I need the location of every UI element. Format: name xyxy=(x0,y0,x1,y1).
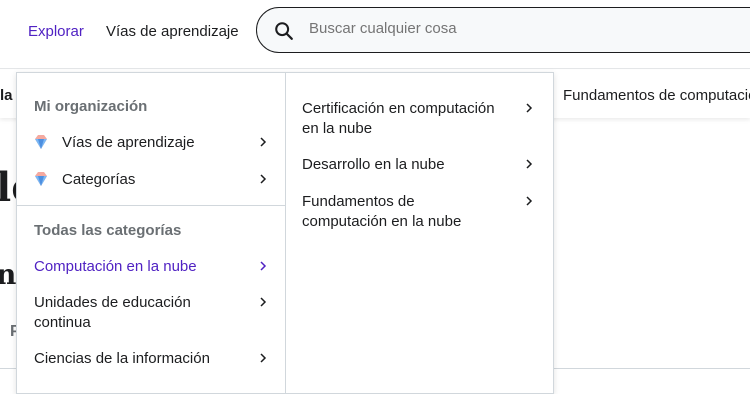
header-divider xyxy=(0,68,750,69)
menu-item-label: Ciencias de la información xyxy=(34,350,210,367)
search-bar[interactable] xyxy=(256,7,750,53)
menu-column-subcategories: Certificación en computación en la nube … xyxy=(286,73,553,393)
menu-item-continuing-education[interactable]: Unidades de educación continua xyxy=(34,293,268,333)
org-section-title: Mi organización xyxy=(34,98,148,115)
categories-section-title: Todas las categorías xyxy=(34,222,182,239)
subnav-item-cloud-fundamentals[interactable]: Fundamentos de computació xyxy=(563,87,750,104)
submenu-item-cloud-fundamentals[interactable]: Fundamentos de computación en la nube xyxy=(302,192,534,232)
menu-item-label: Computación en la nube xyxy=(34,258,197,275)
menu-divider xyxy=(17,205,285,206)
menu-item-label: Unidades de educación continua xyxy=(34,294,191,331)
menu-item-categories[interactable]: Categorías xyxy=(34,170,268,190)
top-navigation-bar: Explorar Vías de aprendizaje xyxy=(0,0,750,68)
gem-icon xyxy=(35,172,47,186)
chevron-right-icon xyxy=(526,103,533,113)
menu-item-learning-paths[interactable]: Vías de aprendizaje xyxy=(34,133,268,153)
chevron-right-icon xyxy=(260,137,267,147)
search-icon[interactable] xyxy=(273,20,295,42)
subnav-item-partial[interactable]: la xyxy=(0,87,13,104)
gem-icon xyxy=(35,135,47,149)
menu-item-label: Vías de aprendizaje xyxy=(62,134,195,151)
chevron-right-icon xyxy=(260,297,267,307)
menu-item-cloud-computing[interactable]: Computación en la nube xyxy=(34,257,268,277)
learning-paths-link[interactable]: Vías de aprendizaje xyxy=(106,23,239,40)
explore-menu-trigger[interactable]: Explorar xyxy=(28,23,84,40)
menu-item-label: Certificación en computación en la nube xyxy=(302,100,495,137)
menu-item-label: Categorías xyxy=(62,171,136,188)
chevron-right-icon xyxy=(260,353,267,363)
menu-column-primary: Mi organización Vías de aprendizaje Cate… xyxy=(17,73,286,393)
search-input[interactable] xyxy=(309,20,709,37)
submenu-item-cloud-certification[interactable]: Certificación en computación en la nube xyxy=(302,99,534,139)
menu-item-label: Desarrollo en la nube xyxy=(302,156,445,173)
chevron-right-icon xyxy=(526,196,533,206)
chevron-right-icon xyxy=(526,159,533,169)
chevron-right-icon xyxy=(260,261,267,271)
chevron-right-icon xyxy=(260,174,267,184)
explore-dropdown-menu: Mi organización Vías de aprendizaje Cate… xyxy=(16,72,554,394)
menu-item-label: Fundamentos de computación en la nube xyxy=(302,193,462,230)
submenu-item-cloud-development[interactable]: Desarrollo en la nube xyxy=(302,155,534,175)
menu-item-information-science[interactable]: Ciencias de la información xyxy=(34,349,268,369)
